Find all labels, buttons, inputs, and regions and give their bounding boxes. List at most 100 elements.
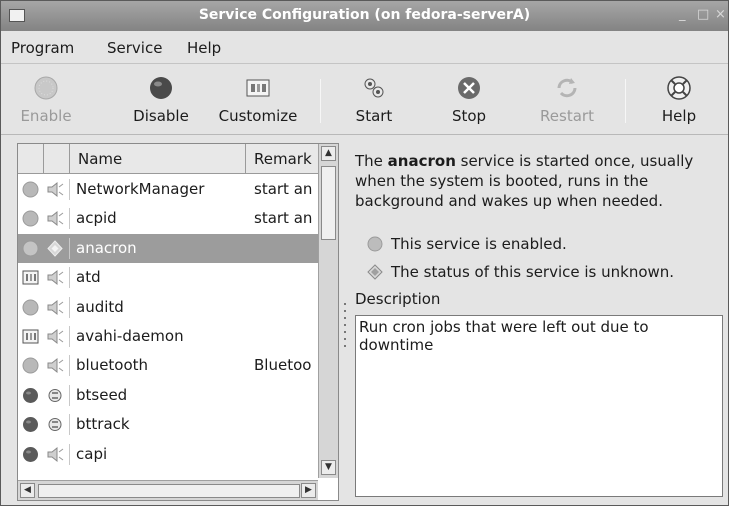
restart-icon bbox=[557, 78, 577, 98]
vertical-scroll-thumb[interactable] bbox=[321, 166, 336, 240]
disabled-status-icon bbox=[23, 387, 38, 403]
disabled-status-icon bbox=[23, 446, 38, 462]
service-row[interactable]: bluetooth Bluetoo bbox=[18, 351, 318, 380]
plug-icon bbox=[48, 388, 62, 402]
disable-button[interactable]: Disable bbox=[121, 75, 201, 131]
service-name: capi bbox=[76, 444, 108, 463]
cell-divider bbox=[69, 267, 70, 289]
title-bar[interactable]: Service Configuration (on fedora-serverA… bbox=[1, 1, 728, 31]
toolbar-separator bbox=[320, 79, 321, 123]
column-header-status[interactable] bbox=[18, 144, 44, 174]
menu-help[interactable]: Help bbox=[187, 39, 221, 57]
service-remark: Bluetoo bbox=[254, 356, 312, 375]
menu-service[interactable]: Service bbox=[107, 39, 162, 57]
cell-divider bbox=[69, 355, 70, 377]
toolbar-separator bbox=[625, 79, 626, 123]
service-configuration-window: Service Configuration (on fedora-serverA… bbox=[0, 0, 729, 506]
cell-divider bbox=[69, 443, 70, 465]
unknown-status-icon bbox=[47, 240, 63, 257]
enabled-status: This service is enabled. bbox=[367, 235, 567, 253]
menu-program[interactable]: Program bbox=[11, 39, 74, 57]
description-textbox[interactable]: Run cron jobs that were left out due to … bbox=[355, 315, 723, 497]
service-row[interactable]: avahi-daemon bbox=[18, 322, 318, 351]
service-remark: start an bbox=[254, 180, 313, 198]
service-name: bluetooth bbox=[76, 356, 149, 375]
enabled-status-icon bbox=[22, 240, 39, 257]
speaker-icon bbox=[47, 358, 64, 374]
unknown-status-icon bbox=[367, 264, 383, 280]
description-label: Description bbox=[355, 290, 441, 308]
cell-divider bbox=[69, 237, 70, 259]
service-row[interactable]: acpid start an bbox=[18, 204, 318, 233]
disabled-status-icon bbox=[23, 417, 38, 433]
scroll-right-arrow[interactable]: ▶ bbox=[301, 483, 316, 498]
customize-icon bbox=[246, 79, 270, 97]
service-row[interactable]: capi bbox=[18, 440, 318, 469]
restart-button[interactable]: Restart bbox=[527, 75, 607, 131]
service-name: btseed bbox=[76, 385, 128, 404]
start-icon bbox=[364, 78, 384, 98]
column-header-runtime[interactable] bbox=[44, 144, 70, 174]
info-prefix: The bbox=[355, 152, 388, 170]
cell-divider bbox=[69, 414, 70, 436]
enabled-status-icon bbox=[22, 357, 39, 374]
enable-button[interactable]: Enable bbox=[6, 75, 86, 131]
close-button[interactable]: × bbox=[715, 7, 726, 22]
speaker-icon bbox=[47, 181, 64, 198]
enabled-status-icon bbox=[22, 299, 39, 316]
help-icon bbox=[667, 76, 691, 100]
service-list[interactable]: Name Remark NetworkManager start an acpid s… bbox=[17, 143, 339, 501]
pane-resize-handle[interactable] bbox=[343, 301, 347, 349]
cell-divider bbox=[69, 384, 70, 406]
service-row[interactable]: auditd bbox=[18, 293, 318, 322]
stop-button[interactable]: Stop bbox=[429, 75, 509, 131]
scroll-left-arrow[interactable]: ◀ bbox=[20, 483, 35, 498]
column-header-name[interactable]: Name bbox=[70, 144, 246, 174]
cell-divider bbox=[69, 296, 70, 318]
speaker-icon bbox=[47, 328, 64, 345]
menu-bar: Program Service Help bbox=[1, 31, 728, 64]
horizontal-scrollbar[interactable]: ◀ ▶ bbox=[18, 480, 318, 500]
service-name: NetworkManager bbox=[76, 180, 205, 198]
custom-runlevel-icon bbox=[22, 329, 39, 344]
scroll-down-arrow[interactable]: ▼ bbox=[321, 460, 336, 475]
info-service-name: anacron bbox=[387, 152, 456, 170]
minimize-button[interactable]: _ bbox=[679, 7, 686, 22]
toolbar: Enable Disable Customize Start Stop Rest… bbox=[1, 65, 728, 135]
speaker-icon bbox=[47, 211, 64, 227]
enable-icon bbox=[34, 76, 58, 100]
service-name: auditd bbox=[76, 297, 124, 316]
service-row[interactable]: btseed bbox=[18, 381, 318, 410]
vertical-scrollbar[interactable]: ▲ ▼ bbox=[318, 144, 338, 478]
cell-divider bbox=[69, 179, 70, 200]
speaker-icon bbox=[47, 270, 64, 286]
help-button[interactable]: Help bbox=[639, 75, 719, 131]
custom-runlevel-icon bbox=[22, 270, 39, 285]
plug-icon bbox=[48, 418, 62, 432]
cell-divider bbox=[69, 208, 70, 230]
window-title: Service Configuration (on fedora-serverA… bbox=[198, 7, 531, 23]
scroll-up-arrow[interactable]: ▲ bbox=[321, 146, 336, 161]
service-row[interactable]: NetworkManager start an bbox=[18, 175, 318, 204]
service-name: avahi-daemon bbox=[76, 327, 184, 345]
disable-icon bbox=[150, 77, 172, 99]
service-remark: start an bbox=[254, 209, 313, 228]
service-name: anacron bbox=[76, 238, 137, 257]
enabled-status-icon bbox=[22, 181, 39, 198]
customize-button[interactable]: Customize bbox=[218, 75, 298, 131]
maximize-button[interactable]: □ bbox=[697, 7, 709, 22]
enabled-status-icon bbox=[367, 236, 383, 252]
service-row[interactable]: anacron bbox=[18, 233, 318, 263]
column-header-remark[interactable]: Remark bbox=[246, 144, 318, 174]
cell-divider bbox=[69, 326, 70, 347]
enabled-status-icon bbox=[22, 210, 39, 227]
service-row[interactable]: atd bbox=[18, 263, 318, 292]
start-button[interactable]: Start bbox=[334, 75, 414, 131]
service-row[interactable]: bttrack bbox=[18, 410, 318, 439]
service-name: acpid bbox=[76, 209, 117, 228]
stop-icon bbox=[458, 77, 480, 99]
horizontal-scroll-thumb[interactable] bbox=[38, 484, 300, 498]
speaker-icon bbox=[47, 299, 64, 315]
speaker-icon bbox=[47, 446, 64, 462]
run-status: The status of this service is unknown. bbox=[367, 263, 674, 281]
